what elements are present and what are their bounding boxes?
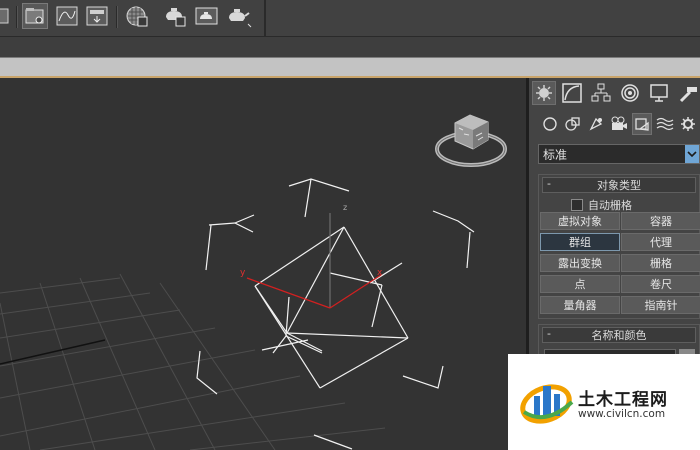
- proxy-button[interactable]: 代理: [621, 233, 700, 251]
- create-icon[interactable]: [532, 81, 556, 105]
- tape-button[interactable]: 卷尺: [621, 275, 700, 293]
- selection-brackets: [196, 178, 475, 450]
- container-button[interactable]: 容器: [621, 212, 700, 230]
- home-grid: [0, 273, 386, 450]
- toolbar-strip: [0, 37, 700, 57]
- shapes-icon[interactable]: [563, 113, 583, 135]
- curve-editor-icon[interactable]: [54, 3, 80, 29]
- display-icon[interactable]: [647, 81, 671, 105]
- rollout-toggle[interactable]: -: [547, 327, 551, 340]
- category-dropdown[interactable]: 标准: [538, 144, 700, 164]
- name-color-header[interactable]: - 名称和颜色: [542, 327, 696, 343]
- protractor-button[interactable]: 量角器: [540, 296, 620, 314]
- toolbar-divider: [116, 6, 118, 28]
- expose-transform-button[interactable]: 露出变换: [540, 254, 620, 272]
- compass-button[interactable]: 指南针: [621, 296, 700, 314]
- autogrid-label: 自动栅格: [588, 199, 632, 212]
- hierarchy-icon[interactable]: [589, 81, 613, 105]
- material-editor-icon[interactable]: [124, 3, 150, 29]
- create-subtabs: [529, 112, 700, 138]
- rendered-frame-icon[interactable]: [194, 3, 220, 29]
- viewport-label-bar: [0, 57, 700, 78]
- motion-icon[interactable]: [618, 81, 642, 105]
- utilities-icon[interactable]: [676, 81, 700, 105]
- systems-icon[interactable]: [678, 113, 698, 135]
- geometry-icon[interactable]: [540, 113, 560, 135]
- axis-label-y: y: [240, 268, 246, 278]
- pivot-tripod: [246, 213, 382, 309]
- watermark-site-name: 土木工程网: [578, 390, 668, 410]
- point-button[interactable]: 点: [540, 275, 620, 293]
- toolbar-group-edge: [264, 0, 266, 36]
- toolbar-divider: [16, 6, 18, 28]
- object-type-rollout: - 对象类型 自动栅格 虚拟对象 容器 群组 代理 露出变换 栅格 点 卷尺 量…: [538, 174, 700, 319]
- render-icon[interactable]: [226, 3, 252, 29]
- axis-label-x: x: [377, 268, 383, 278]
- dummy-button[interactable]: 虚拟对象: [540, 212, 620, 230]
- site-logo-icon: [520, 384, 574, 424]
- helpers-icon[interactable]: [632, 113, 652, 135]
- perspective-viewport[interactable]: z y x: [0, 78, 526, 450]
- autogrid-row[interactable]: 自动栅格: [571, 197, 632, 213]
- autogrid-checkbox[interactable]: [571, 199, 583, 211]
- object-type-title: 对象类型: [597, 179, 641, 192]
- category-value: 标准: [543, 147, 568, 162]
- render-setup-icon[interactable]: [162, 3, 188, 29]
- command-panel-tabs: [529, 78, 700, 108]
- group-button[interactable]: 群组: [540, 233, 620, 251]
- rollout-toggle[interactable]: -: [547, 177, 551, 190]
- object-type-header[interactable]: - 对象类型: [542, 177, 696, 193]
- cameras-icon[interactable]: [609, 113, 629, 135]
- dope-sheet-icon[interactable]: [84, 3, 110, 29]
- open-explorer-icon[interactable]: [22, 3, 48, 29]
- grid-button[interactable]: 栅格: [621, 254, 700, 272]
- partial-icon[interactable]: [0, 3, 14, 29]
- name-color-title: 名称和颜色: [591, 329, 647, 342]
- space-warps-icon[interactable]: [655, 113, 675, 135]
- main-toolbar: [0, 0, 700, 37]
- viewcube[interactable]: [435, 114, 507, 167]
- watermark-url: www.civilcn.com: [578, 408, 666, 420]
- chevron-down-icon[interactable]: [685, 145, 699, 163]
- grid-x-axis: [0, 339, 106, 365]
- axis-label-z: z: [343, 203, 347, 212]
- lights-icon[interactable]: [586, 113, 606, 135]
- modify-icon[interactable]: [560, 81, 584, 105]
